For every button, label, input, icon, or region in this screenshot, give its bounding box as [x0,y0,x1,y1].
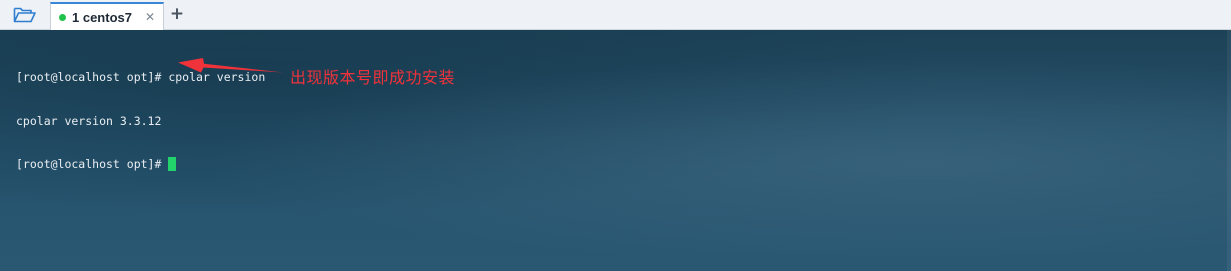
add-tab-button[interactable]: + [168,4,186,24]
connection-status-dot [59,13,66,21]
annotation-text: 出现版本号即成功安装 [290,68,456,87]
tab-centos7[interactable]: 1 centos7 ✕ [50,2,164,30]
terminal-prompt: [root@localhost opt]# [16,157,162,171]
terminal-line: cpolar version 3.3.12 [16,113,162,128]
tab-bar: 1 centos7 ✕ + [0,0,1231,30]
close-icon[interactable]: ✕ [145,11,155,23]
folder-open-icon [13,7,36,23]
tab-label: 1 centos7 [72,9,132,25]
terminal-prompt-line: [root@localhost opt]# [16,157,265,172]
terminal-cursor [168,157,177,172]
open-folder-button[interactable] [6,3,44,27]
terminal-pane[interactable]: [root@localhost opt]# cpolar version cpo… [0,30,1231,271]
app-window: 1 centos7 ✕ + [root@localhost opt]# cpol… [0,0,1231,271]
terminal-line: [root@localhost opt]# cpolar version [16,70,266,84]
terminal-scrollbar[interactable] [1227,30,1231,271]
terminal-output: [root@localhost opt]# cpolar version cpo… [16,41,265,201]
